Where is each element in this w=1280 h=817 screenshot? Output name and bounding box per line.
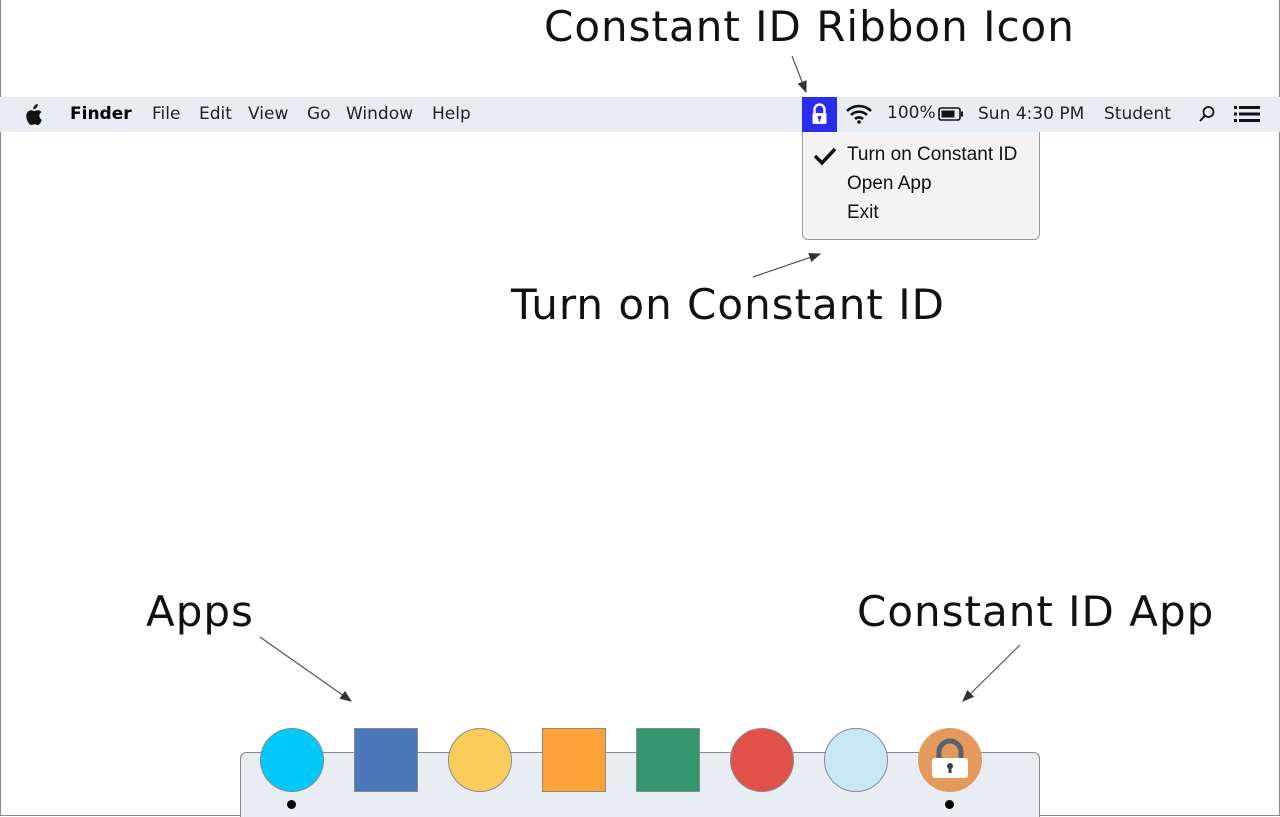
menubar-user[interactable]: Student: [1104, 97, 1171, 132]
apple-icon[interactable]: [23, 104, 43, 126]
dock-app-7[interactable]: [824, 728, 888, 792]
battery-icon[interactable]: [938, 107, 964, 121]
dock-app-4[interactable]: [542, 728, 606, 792]
lock-icon: [812, 103, 827, 124]
dock-app-5[interactable]: [636, 728, 700, 792]
menubar-clock[interactable]: Sun 4:30 PM: [978, 97, 1084, 132]
dock-app-3[interactable]: [448, 728, 512, 792]
lock-icon: [932, 738, 968, 778]
menu-file[interactable]: File: [152, 97, 180, 132]
annotation-turn-on: Turn on Constant ID: [511, 280, 945, 329]
annotation-apps: Apps: [146, 587, 254, 636]
list-icon[interactable]: [1234, 105, 1260, 123]
menu-view[interactable]: View: [248, 97, 288, 132]
menu-window[interactable]: Window: [346, 97, 413, 132]
dock-app-6[interactable]: [730, 728, 794, 792]
menu-edit[interactable]: Edit: [199, 97, 232, 132]
menu-bar: [0, 97, 1280, 132]
menu-item-open-app[interactable]: Open App: [847, 173, 932, 195]
checkmark-icon: [813, 147, 837, 166]
search-icon[interactable]: [1198, 105, 1216, 123]
annotation-constant-id-app: Constant ID App: [857, 587, 1215, 636]
dock-app-1[interactable]: [260, 728, 324, 792]
menu-item-exit[interactable]: Exit: [847, 202, 879, 224]
annotation-ribbon-icon: Constant ID Ribbon Icon: [544, 2, 1075, 51]
menu-help[interactable]: Help: [432, 97, 471, 132]
running-indicator-dot: [945, 800, 954, 809]
wifi-icon[interactable]: [846, 104, 872, 124]
constant-id-dropdown-menu: Turn on Constant ID Open App Exit: [802, 132, 1040, 240]
menu-item-turn-on-constant-id[interactable]: Turn on Constant ID: [847, 144, 1017, 166]
constant-id-ribbon-button[interactable]: [802, 97, 837, 132]
running-indicator-dot: [287, 800, 296, 809]
dock-app-2[interactable]: [354, 728, 418, 792]
menu-go[interactable]: Go: [307, 97, 331, 132]
battery-percent: 100%: [887, 103, 936, 123]
dock-app-constant-id[interactable]: [918, 728, 982, 792]
menu-app-name[interactable]: Finder: [70, 97, 132, 132]
